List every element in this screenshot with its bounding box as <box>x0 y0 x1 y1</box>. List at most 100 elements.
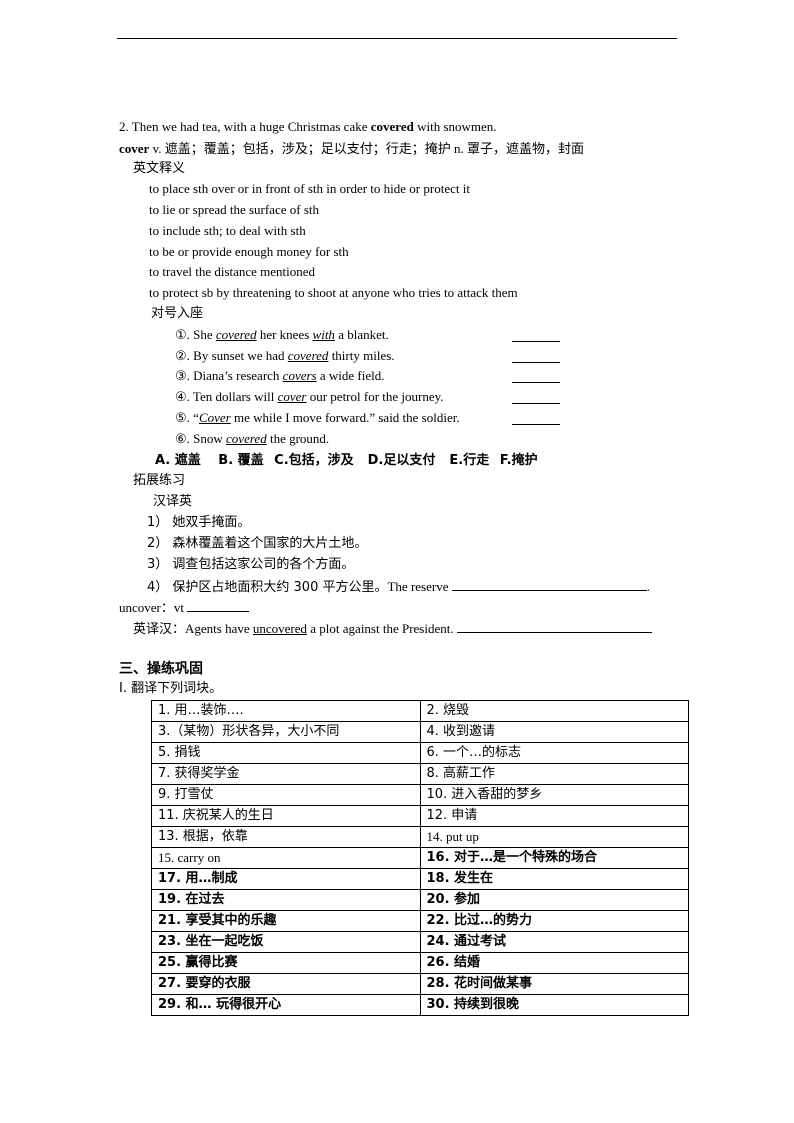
answer-blank[interactable] <box>512 341 560 342</box>
answer-blank[interactable] <box>187 598 250 612</box>
item-text: thirty miles. <box>328 348 395 363</box>
item-keyword: covers <box>282 368 317 383</box>
item-keyword: covered <box>287 348 329 363</box>
item-keyword: covered <box>215 327 257 342</box>
item2-sentence: 2. Then we had tea, with a huge Christma… <box>119 118 497 136</box>
translation-item: 3） 调查包括这家公司的各个方面。 <box>147 557 355 572</box>
section-part: I. 翻译下列词块。 <box>119 681 223 696</box>
translate-label: 英译汉： <box>133 622 186 637</box>
table-cell: 20. 参加 <box>419 889 689 911</box>
matching-item: ②. By sunset we had covered thirty miles… <box>175 347 395 365</box>
answer-blank[interactable] <box>512 424 560 425</box>
item-text: our petrol for the journey. <box>306 389 444 404</box>
option-a: A. 遮盖 <box>155 453 201 468</box>
table-row: 5. 捐钱 6. 一个…的标志 <box>151 742 689 764</box>
answer-blank[interactable] <box>451 577 647 591</box>
definition-item: to protect sb by threatening to shoot at… <box>149 285 518 300</box>
option-d: D.足以支付 <box>367 453 436 468</box>
definition-item: to lie or spread the surface of sth <box>149 202 320 217</box>
table-cell: 2. 烧毁 <box>419 700 689 722</box>
meanings-verb: 遮盖；覆盖；包括，涉及；足以支付；行走；掩护 <box>164 142 451 157</box>
table-cell: 9. 打雪仗 <box>151 784 421 806</box>
table-cell: 22. 比过…的势力 <box>419 910 689 932</box>
translation-item: 2） 森林覆盖着这个国家的大片土地。 <box>147 536 368 551</box>
item-keyword: cover <box>277 389 307 404</box>
table-cell: 25. 赢得比赛 <box>151 952 421 974</box>
item-text: The reserve <box>387 579 452 594</box>
table-cell: 1. 用…装饰…. <box>151 700 421 722</box>
table-cell: 3.（某物）形状各异，大小不同 <box>151 721 421 743</box>
option-c: C.包括，涉及 <box>274 453 354 468</box>
table-row: 27. 要穿的衣服 28. 花时间做某事 <box>151 973 689 995</box>
matching-item: ④. Ten dollars will cover our petrol for… <box>175 388 444 406</box>
item-text: . <box>646 579 650 594</box>
sentence-text: with snowmen. <box>413 119 497 134</box>
uncover-entry: uncover：vt <box>119 598 250 617</box>
table-cell: 26. 结婚 <box>419 952 689 974</box>
table-row: 23. 坐在一起吃饭 24. 通过考试 <box>151 931 689 953</box>
table-row: 11. 庆祝某人的生日 12. 申请 <box>151 805 689 827</box>
matching-item: ①. She covered her knees with a blanket. <box>175 326 389 344</box>
table-row: 17. 用…制成 18. 发生在 <box>151 868 689 890</box>
section-title: 三、操练巩固 <box>119 661 203 677</box>
table-cell: 27. 要穿的衣服 <box>151 973 421 995</box>
table-cell: 19. 在过去 <box>151 889 421 911</box>
table-row: 19. 在过去 20. 参加 <box>151 889 689 911</box>
option-f: F.掩护 <box>499 453 538 468</box>
table-cell: 10. 进入香甜的梦乡 <box>419 784 689 806</box>
definition-item: to travel the distance mentioned <box>149 264 316 279</box>
uncover-translation: 英译汉：Agents have uncovered a plot against… <box>133 619 652 639</box>
item-keyword: Cover <box>198 410 231 425</box>
table-row: 7. 获得奖学金 8. 高薪工作 <box>151 763 689 785</box>
table-row: 1. 用…装饰…. 2. 烧毁 <box>151 700 689 722</box>
sentence-text: Agents have <box>185 621 253 636</box>
table-row: 9. 打雪仗 10. 进入香甜的梦乡 <box>151 784 689 806</box>
table-cell: 16. 对于…是一个特殊的场合 <box>419 847 689 869</box>
item-keyword: covered <box>226 431 267 446</box>
item-text: Ten dollars will <box>192 389 278 404</box>
table-row: 21. 享受其中的乐趣 22. 比过…的势力 <box>151 910 689 932</box>
item-text: Diana’s research <box>193 368 283 383</box>
table-cell: 14. put up <box>419 826 689 848</box>
item-text: me while I move forward.” said the soldi… <box>230 410 460 425</box>
table-cell: 6. 一个…的标志 <box>419 742 689 764</box>
answer-blank[interactable] <box>512 382 560 383</box>
meanings-noun: 罩子，遮盖物，封面 <box>466 142 584 157</box>
table-cell: 28. 花时间做某事 <box>419 973 689 995</box>
translation-item: 1） 她双手掩面。 <box>147 515 251 530</box>
table-cell: 24. 通过考试 <box>419 931 689 953</box>
answer-blank[interactable] <box>512 362 560 363</box>
matching-item: ⑤. “Cover me while I move forward.” said… <box>175 409 460 427</box>
table-cell: 4. 收到邀请 <box>419 721 689 743</box>
option-e: E.行走 <box>449 453 490 468</box>
definition-item: to place sth over or in front of sth in … <box>149 181 470 196</box>
item-text: a wide field. <box>316 368 385 383</box>
table-cell: 23. 坐在一起吃饭 <box>151 931 421 953</box>
header-rule <box>117 38 677 39</box>
table-cell: 5. 捐钱 <box>151 742 421 764</box>
answer-blank[interactable] <box>456 619 652 633</box>
item-number: ⑤. <box>175 410 194 425</box>
keyword: covered <box>370 119 414 134</box>
table-cell: 29. 和… 玩得很开心 <box>151 994 421 1016</box>
pos: v. <box>149 141 165 156</box>
word-entry: cover v. 遮盖；覆盖；包括，涉及；足以支付；行走；掩护 n. 罩子，遮盖… <box>119 140 584 159</box>
item-keyword: with <box>312 327 335 342</box>
vocab-table: 1. 用…装饰…. 2. 烧毁 3.（某物）形状各异，大小不同 4. 收到邀请 5. 捐… <box>151 700 689 1016</box>
table-cell: 21. 享受其中的乐趣 <box>151 910 421 932</box>
table-cell: 13. 根据，依靠 <box>151 826 421 848</box>
item-number: ③. <box>175 368 194 383</box>
table-cell: 12. 申请 <box>419 805 689 827</box>
headword: cover <box>119 141 150 156</box>
translation-item: 4） 保护区占地面积大约 300 平方公里。The reserve . <box>147 577 650 597</box>
answer-blank[interactable] <box>512 403 560 404</box>
matching-options: A. 遮盖 B. 覆盖 C.包括，涉及 D.足以支付 E.行走 F.掩护 <box>155 452 538 470</box>
definition-item: to include sth; to deal with sth <box>149 223 306 238</box>
table-cell: 7. 获得奖学金 <box>151 763 421 785</box>
table-cell: 15. carry on <box>151 847 421 869</box>
item-text: She <box>193 327 216 342</box>
item-number: ④. <box>175 389 193 404</box>
item-text: her knees <box>256 327 313 342</box>
extension-subheading: 汉译英 <box>153 494 193 509</box>
table-cell: 18. 发生在 <box>419 868 689 890</box>
